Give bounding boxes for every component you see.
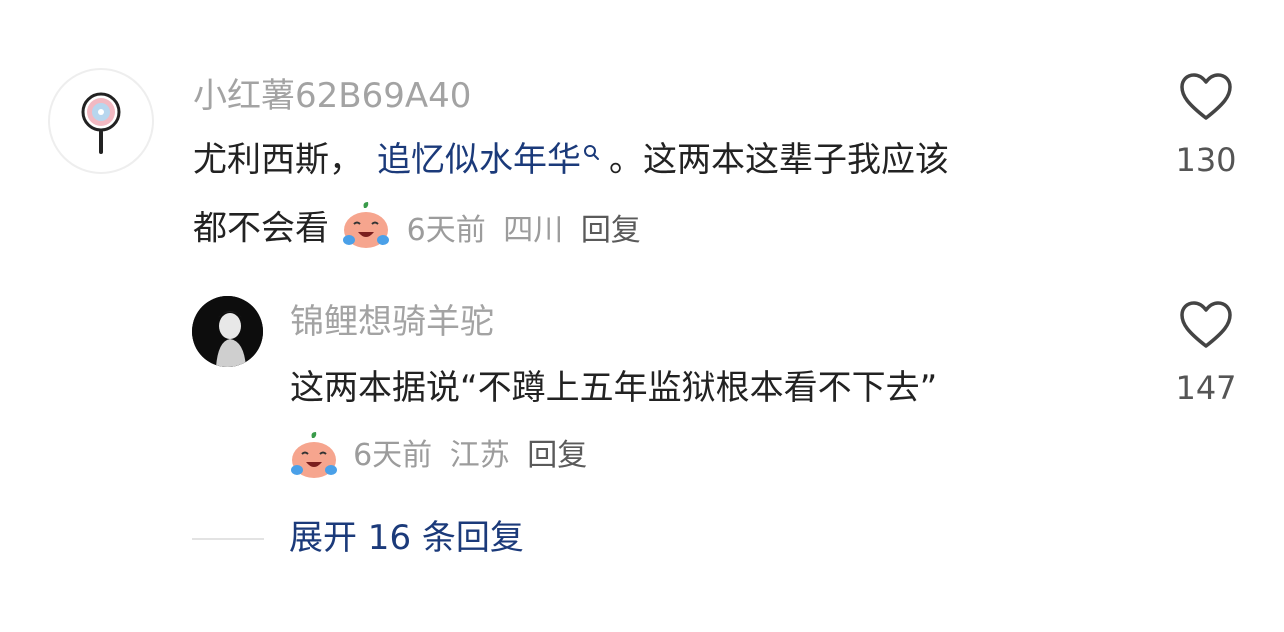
reply-meta-row: 6天前 江苏 回复	[288, 430, 587, 482]
crying-laughing-emoji-icon	[342, 202, 389, 248]
expand-divider	[192, 538, 264, 540]
reply-text: 这两本据说“不蹲上五年监狱根本看不下去”	[290, 368, 938, 408]
reply-reply-button[interactable]: 回复	[527, 438, 587, 473]
crying-laughing-emoji-icon	[291, 432, 337, 478]
reply-like-count: 147	[1175, 369, 1237, 407]
reply-location: 江苏	[449, 438, 510, 473]
person-avatar-icon	[192, 296, 263, 367]
expand-replies-button[interactable]: 展开 16 条回复	[289, 518, 524, 558]
comment-text-line2-content: 都不会看	[193, 208, 329, 249]
reply-avatar[interactable]	[192, 296, 263, 367]
reply-meta: 6天前 江苏 回复	[353, 438, 587, 473]
comment-reply-button[interactable]: 回复	[581, 213, 641, 248]
comment-meta: 6天前 四川 回复	[407, 213, 641, 248]
search-link[interactable]: 追忆似水年华	[377, 140, 601, 180]
reply-time: 6天前	[353, 438, 433, 473]
reply-username[interactable]: 锦鲤想骑羊驼	[290, 302, 494, 342]
comment-time: 6天前	[406, 212, 486, 248]
comment-text-line2: 都不会看 6天前 四川 回复	[193, 202, 641, 252]
reply-like-button[interactable]	[1178, 300, 1234, 354]
heart-outline-icon	[1180, 73, 1232, 120]
comment-text-suffix: 。这两本这辈子我应该	[609, 140, 949, 180]
heart-outline-icon	[1180, 301, 1232, 348]
comment-text-line1: 尤利西斯， 追忆似水年华 。这两本这辈子我应该	[193, 140, 949, 180]
comment-location: 四川	[503, 212, 564, 248]
lollipop-avatar-icon	[81, 92, 121, 154]
comment-text-prefix: 尤利西斯，	[193, 140, 363, 180]
comment-like-count: 130	[1175, 141, 1237, 179]
comment-username[interactable]: 小红薯62B69A40	[193, 76, 471, 116]
search-icon	[584, 145, 599, 160]
comment-like-button[interactable]	[1178, 72, 1234, 126]
avatar[interactable]	[48, 68, 154, 174]
search-link-label: 追忆似水年华	[377, 140, 581, 180]
